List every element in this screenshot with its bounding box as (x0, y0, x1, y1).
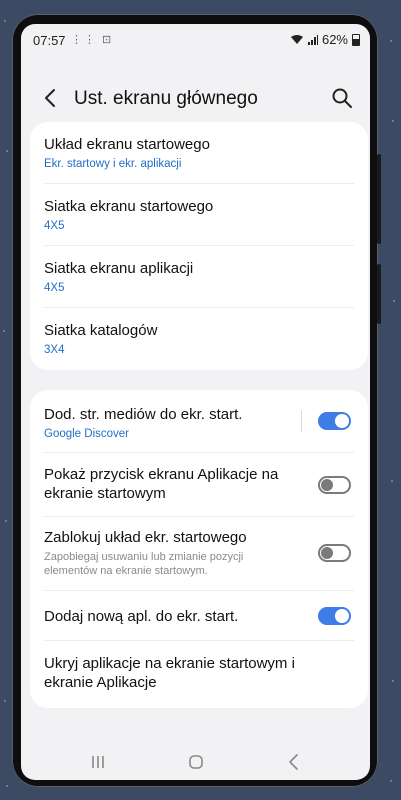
list-item-apps-grid[interactable]: Siatka ekranu aplikacji 4X5 (30, 246, 368, 308)
toggle-knob (321, 547, 333, 559)
wifi-icon (290, 35, 303, 44)
toggle-knob (321, 479, 333, 491)
list-item-hide-apps[interactable]: Ukryj aplikacje na ekranie startowym i e… (30, 641, 368, 701)
toggle-knob (335, 414, 349, 428)
list-item-value: 4X5 (44, 220, 65, 232)
list-item-folder-grid[interactable]: Siatka katalogów 3X4 (30, 308, 368, 370)
toggle-knob (335, 609, 349, 623)
grid-settings-card: Układ ekranu startowego Ekr. startowy i … (30, 122, 368, 370)
list-item-apps-button[interactable]: Pokaż przycisk ekranu Aplikacje na ekran… (30, 453, 368, 517)
lock-layout-toggle[interactable] (318, 544, 351, 562)
list-item-title: Układ ekranu startowego (44, 136, 210, 153)
home-icon[interactable] (182, 748, 210, 776)
vertical-separator (301, 410, 302, 432)
list-item-title: Siatka katalogów (44, 322, 158, 339)
status-time: 07:57 (33, 33, 66, 48)
screen: 07:57 ⋮⋮ ⊡ 62% Ust. ekranu głównego Ukła… (21, 24, 370, 780)
media-page-toggle[interactable] (318, 412, 351, 430)
battery-icon (352, 33, 360, 46)
list-item-title: Siatka ekranu aplikacji (44, 260, 194, 277)
list-item-lock-layout[interactable]: Zablokuj układ ekr. startowego Zapobiega… (30, 517, 368, 591)
list-item-value: 4X5 (44, 282, 65, 294)
volume-button (377, 154, 381, 244)
list-item-title: Siatka ekranu startowego (44, 198, 214, 215)
app-header: Ust. ekranu głównego (21, 80, 370, 120)
list-item-title: Dodaj nową apl. do ekr. start. (44, 608, 239, 625)
list-item-description: Zapobiegaj usuwaniu lub zmianie pozycji … (44, 551, 244, 577)
list-item-title: Zablokuj układ ekr. startowego (44, 529, 247, 546)
status-right: 62% (290, 32, 360, 47)
notification-icons: ⋮⋮ ⊡ (71, 34, 114, 46)
chevron-left-icon[interactable] (39, 86, 63, 110)
options-card: Dod. str. mediów do ekr. start. Google D… (30, 390, 368, 708)
add-new-apps-toggle[interactable] (318, 607, 351, 625)
list-item-title: Ukryj aplikacje na ekranie startowym i e… (44, 655, 295, 691)
status-bar: 07:57 ⋮⋮ ⊡ 62% (21, 24, 370, 58)
power-button (377, 264, 381, 324)
list-item-add-new-apps[interactable]: Dodaj nową apl. do ekr. start. (30, 591, 368, 641)
back-arrow-icon[interactable] (280, 748, 308, 776)
list-item-media-page[interactable]: Dod. str. mediów do ekr. start. Google D… (30, 390, 368, 453)
list-item-value: 3X4 (44, 344, 65, 356)
recent-apps-icon[interactable] (84, 748, 112, 776)
battery-percent: 62% (321, 32, 348, 47)
list-item-title: Pokaż przycisk ekranu Aplikacje na ekran… (44, 466, 279, 502)
list-item-home-layout[interactable]: Układ ekranu startowego Ekr. startowy i … (30, 122, 368, 184)
list-item-value: Ekr. startowy i ekr. aplikacji (44, 158, 182, 170)
navigation-bar (21, 744, 370, 780)
signal-icon (307, 34, 318, 45)
list-item-home-grid[interactable]: Siatka ekranu startowego 4X5 (30, 184, 368, 246)
list-item-title: Dod. str. mediów do ekr. start. (44, 406, 243, 423)
apps-button-toggle[interactable] (318, 476, 351, 494)
page-title: Ust. ekranu głównego (74, 88, 258, 109)
list-item-value: Google Discover (44, 428, 130, 440)
search-icon[interactable] (330, 86, 354, 110)
